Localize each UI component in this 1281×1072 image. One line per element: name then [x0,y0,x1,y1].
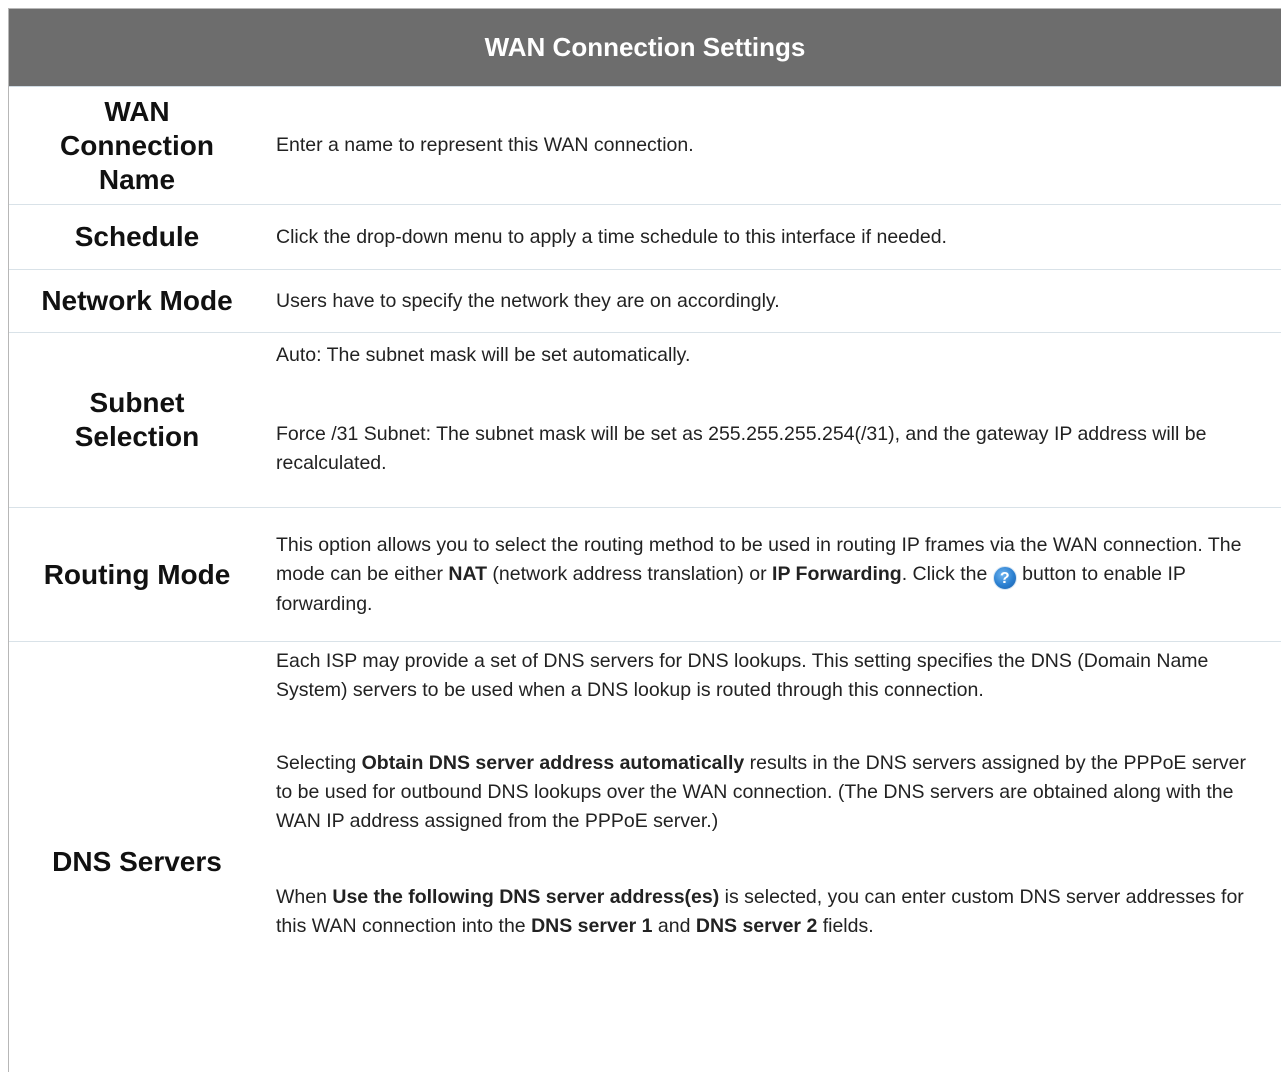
row-schedule: Schedule Click the drop-down menu to app… [9,205,1281,270]
row-label: WAN Connection Name [60,95,214,195]
table-title: WAN Connection Settings [9,9,1281,87]
description-text-auto: Auto: The subnet mask will be set automa… [276,344,691,366]
row-subnet-selection: Subnet Selection Auto: The subnet mask w… [9,333,1281,508]
description-text-force-31: Force /31 Subnet: The subnet mask will b… [276,423,1207,474]
description-text: Enter a name to represent this WAN conne… [276,134,694,156]
row-routing-mode: Routing Mode This option allows you to s… [9,508,1281,642]
row-wan-connection-name: WAN Connection Name Enter a name to repr… [9,87,1281,205]
row-dns-servers: DNS Servers Each ISP may provide a set o… [9,642,1281,1072]
row-label: Schedule [74,221,200,252]
help-icon[interactable]: ? [992,565,1017,590]
row-description: Auto: The subnet mask will be set automa… [265,333,1281,507]
description-text: Users have to specify the network they a… [276,289,780,312]
row-description: Enter a name to represent this WAN conne… [265,87,1281,204]
row-network-mode: Network Mode Users have to specify the n… [9,270,1281,333]
description-text-obtain-auto: Selecting Obtain DNS server address auto… [276,752,1247,832]
row-description: Click the drop-down menu to apply a time… [265,205,1281,269]
row-label: DNS Servers [52,846,222,877]
description-text: This option allows you to select the rou… [276,533,1242,615]
row-label: Network Mode [41,285,233,316]
row-description: Each ISP may provide a set of DNS server… [265,642,1281,1072]
settings-table: WAN Connection Settings WAN Connection N… [8,8,1281,1072]
row-label: Subnet Selection [74,387,200,452]
description-text-custom-dns: When Use the following DNS server addres… [276,886,1244,937]
row-label: Routing Mode [43,558,231,590]
row-description: This option allows you to select the rou… [265,508,1281,641]
description-text: Click the drop-down menu to apply a time… [276,225,947,248]
description-text-intro: Each ISP may provide a set of DNS server… [276,650,1209,701]
row-description: Users have to specify the network they a… [265,270,1281,332]
